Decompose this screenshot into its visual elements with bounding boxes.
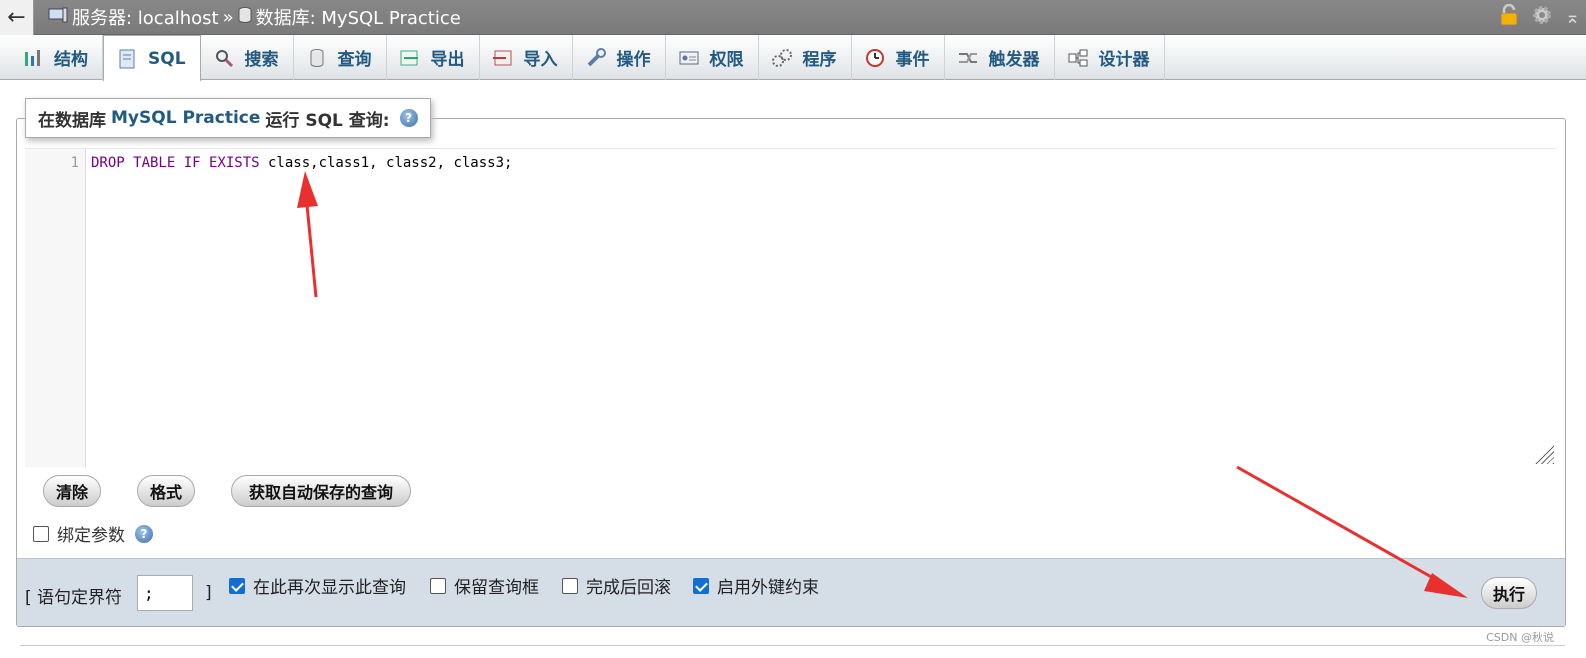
clock-icon: [864, 47, 886, 69]
tab-query[interactable]: 查询: [294, 35, 387, 80]
designer-icon: [1067, 47, 1089, 69]
routines-icon: [771, 47, 793, 69]
retain-query-box-checkbox[interactable]: [430, 577, 446, 594]
tab-label: 权限: [709, 50, 744, 70]
tab-label: 导入: [523, 50, 558, 70]
tab-label: 导出: [430, 50, 465, 70]
help-icon[interactable]: ?: [399, 109, 418, 127]
tab-sql[interactable]: SQL: [103, 35, 201, 81]
sql-identifiers: class,class1, class2, class3;: [259, 155, 513, 171]
show-query-again-option[interactable]: 在此再次显示此查询: [229, 573, 406, 598]
show-query-again-label: 在此再次显示此查询: [253, 578, 406, 598]
structure-icon: [22, 47, 44, 69]
breadcrumb: ← 服务器: localhost » 数据库: MySQL Practice ⌅: [0, 0, 1586, 35]
lock-icon[interactable]: [1499, 3, 1519, 31]
delimiter-input[interactable]: [137, 575, 193, 611]
bind-params-option: 绑定参数 ?: [33, 521, 153, 546]
tab-label: SQL: [148, 48, 186, 69]
triggers-icon: [957, 47, 979, 69]
watermark: CSDN @秋说: [1486, 631, 1554, 644]
retain-query-box-label: 保留查询框: [454, 578, 539, 598]
tab-label: 触发器: [988, 50, 1040, 70]
query-icon: [306, 47, 328, 69]
execute-button[interactable]: 执行: [1481, 577, 1537, 609]
gear-icon[interactable]: [1531, 4, 1553, 31]
bind-params-checkbox[interactable]: [33, 525, 49, 542]
rollback-checkbox[interactable]: [562, 577, 578, 594]
foreign-key-checks-checkbox[interactable]: [693, 577, 709, 594]
tab-events[interactable]: 事件: [852, 35, 945, 80]
sql-keywords: DROP TABLE IF EXISTS: [91, 155, 260, 171]
get-autosaved-query-button[interactable]: 获取自动保存的查询: [231, 475, 411, 507]
tab-privileges[interactable]: 权限: [666, 35, 759, 80]
line-number-gutter: 1: [25, 149, 86, 467]
clear-button[interactable]: 清除: [43, 475, 101, 507]
legend-database[interactable]: MySQL Practice: [111, 108, 260, 128]
privileges-icon: [678, 47, 700, 69]
query-options-bar: [ 语句定界符 ] 在此再次显示此查询 保留查询框 完成后回滚 启用外键约束: [17, 558, 1565, 626]
tab-import[interactable]: 导入: [480, 35, 573, 80]
legend-prefix: 在数据库: [38, 110, 106, 131]
divider: [20, 645, 1565, 646]
breadcrumb-separator: »: [222, 6, 234, 28]
sql-editor[interactable]: 1 DROP TABLE IF EXISTS class,class1, cla…: [25, 148, 1556, 467]
tab-label: 操作: [616, 50, 651, 70]
rollback-label: 完成后回滚: [586, 578, 671, 598]
tab-label: 查询: [337, 50, 372, 70]
query-panel-legend: 在数据库 MySQL Practice 运行 SQL 查询: ?: [25, 98, 431, 138]
delimiter-label-close: ]: [205, 583, 212, 603]
line-number: 1: [70, 155, 79, 171]
tab-label: 结构: [54, 50, 88, 70]
tab-label: 搜索: [244, 50, 279, 70]
help-icon[interactable]: ?: [135, 524, 153, 543]
import-icon: [492, 47, 514, 69]
resize-grip-icon[interactable]: [1534, 444, 1554, 464]
search-icon: [213, 47, 235, 69]
breadcrumb-server[interactable]: 服务器: localhost: [72, 4, 219, 30]
tab-label: 程序: [802, 50, 837, 70]
tab-structure[interactable]: 结构: [10, 35, 103, 80]
show-query-again-checkbox[interactable]: [229, 577, 245, 594]
tab-bar: 结构 SQL 搜索 查询 导出 导入 操作 权限 程序 事件 触发器 设计器: [0, 35, 1586, 81]
format-button[interactable]: 格式: [137, 475, 195, 507]
breadcrumb-database[interactable]: 数据库: MySQL Practice: [256, 4, 461, 30]
tab-operations[interactable]: 操作: [573, 35, 666, 80]
tab-label: 设计器: [1098, 50, 1150, 70]
tab-triggers[interactable]: 触发器: [945, 35, 1055, 80]
back-button[interactable]: ←: [0, 0, 34, 35]
sql-icon: [116, 48, 138, 70]
bind-params-label: 绑定参数: [57, 526, 125, 546]
tab-label: 事件: [895, 50, 930, 70]
sql-code-line[interactable]: DROP TABLE IF EXISTS class,class1, class…: [91, 155, 512, 171]
collapse-icon[interactable]: ⌅: [1565, 7, 1580, 28]
export-icon: [399, 47, 421, 69]
tab-designer[interactable]: 设计器: [1055, 35, 1165, 80]
delimiter-label-open: [ 语句定界符: [25, 588, 123, 608]
foreign-key-checks-label: 启用外键约束: [717, 578, 819, 598]
retain-query-box-option[interactable]: 保留查询框: [430, 573, 539, 598]
server-icon: [48, 7, 68, 28]
database-icon: [238, 6, 252, 28]
tab-export[interactable]: 导出: [387, 35, 480, 80]
legend-suffix: 运行 SQL 查询:: [265, 110, 390, 131]
tab-routines[interactable]: 程序: [759, 35, 852, 80]
rollback-option[interactable]: 完成后回滚: [562, 573, 671, 598]
tab-search[interactable]: 搜索: [201, 35, 294, 80]
wrench-icon: [585, 47, 607, 69]
foreign-key-checks-option[interactable]: 启用外键约束: [693, 573, 819, 598]
